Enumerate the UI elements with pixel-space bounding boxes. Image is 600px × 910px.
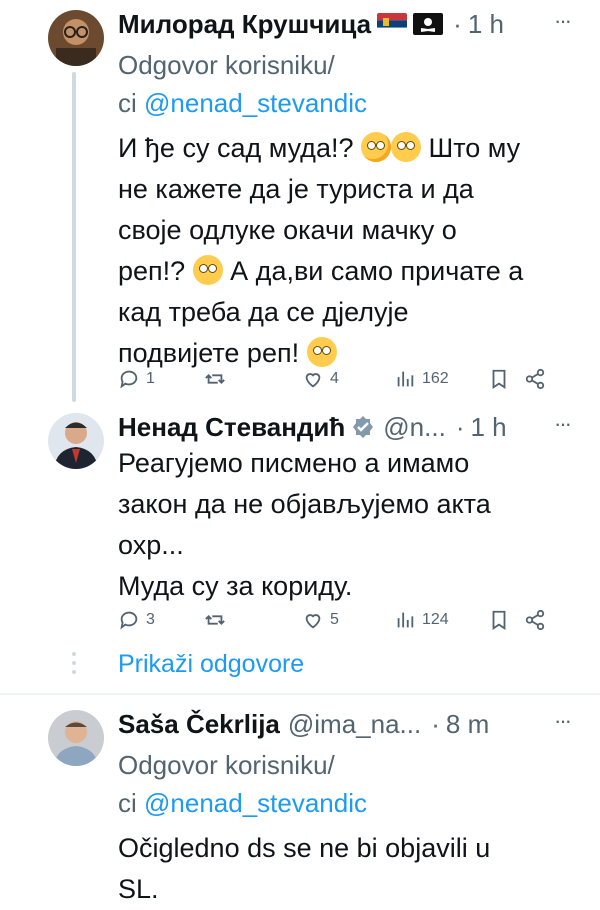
reply-to-label: Odgovor korisniku/ ci @nenad_stevandic bbox=[118, 750, 367, 818]
tweet-actions: 1 4 162 bbox=[118, 364, 580, 394]
thread-line bbox=[72, 72, 76, 402]
thread-dots bbox=[70, 652, 78, 679]
separator-dot: · bbox=[455, 411, 465, 442]
divider bbox=[0, 693, 600, 695]
retweet-button[interactable] bbox=[204, 605, 226, 635]
avatar[interactable] bbox=[48, 413, 104, 469]
tweet-actions: 3 5 124 bbox=[118, 605, 580, 635]
author-name[interactable]: Ненад Стевандић bbox=[118, 412, 345, 443]
like-button[interactable]: 5 bbox=[302, 605, 339, 635]
bookmark-icon bbox=[492, 369, 506, 389]
verified-badge-icon bbox=[353, 416, 374, 438]
show-replies-link[interactable]: Prikaži odgovore bbox=[118, 650, 304, 679]
retweet-button[interactable] bbox=[204, 364, 226, 394]
author-handle[interactable]: @ima_na... bbox=[288, 709, 421, 740]
views-icon bbox=[397, 612, 414, 628]
mention-link[interactable]: @nenad_stevandic bbox=[144, 88, 367, 118]
pirate-flag-icon bbox=[413, 13, 444, 35]
thinking-face-icon bbox=[360, 132, 391, 162]
tweet-text: Реагујемо писмено а имамо закон да не об… bbox=[118, 448, 491, 601]
reply-button[interactable]: 3 bbox=[118, 605, 155, 635]
bookmark-button[interactable] bbox=[488, 605, 510, 635]
avatar[interactable] bbox=[48, 710, 104, 766]
heart-icon bbox=[305, 373, 321, 388]
mention-link[interactable]: @nenad_stevandic bbox=[144, 788, 367, 818]
author-name[interactable]: Saša Čekrlija bbox=[118, 709, 280, 740]
author-handle[interactable]: @n... bbox=[383, 412, 446, 443]
tweet-2[interactable]: Ненад Стевандић @n... · 1 h ··· Реагујем… bbox=[0, 405, 600, 645]
heart-icon bbox=[305, 614, 321, 629]
tweet-3[interactable]: Saša Čekrlija @ima_na... · 8 m ··· Odgov… bbox=[0, 700, 600, 904]
separator-dot: · bbox=[431, 708, 440, 739]
timestamp[interactable]: 8 m bbox=[446, 709, 489, 740]
reply-icon bbox=[120, 611, 138, 630]
separator-dot: · bbox=[453, 8, 462, 39]
serbia-flag-icon bbox=[377, 13, 408, 35]
reply-icon bbox=[120, 370, 138, 389]
like-button[interactable]: 4 bbox=[302, 364, 339, 394]
timestamp[interactable]: 1 h bbox=[468, 9, 504, 40]
tweet-text: И ђе су сад муда!? Што му не кажете да ј… bbox=[118, 132, 524, 368]
more-options-icon[interactable]: ··· bbox=[554, 8, 572, 34]
more-options-icon[interactable]: ··· bbox=[554, 708, 572, 734]
retweet-icon bbox=[205, 374, 225, 384]
share-button[interactable] bbox=[524, 605, 546, 635]
views-icon bbox=[397, 371, 414, 387]
bookmark-icon bbox=[492, 610, 506, 630]
author-name[interactable]: Милорад Крушчица bbox=[118, 9, 371, 40]
bookmark-button[interactable] bbox=[488, 364, 510, 394]
retweet-icon bbox=[205, 615, 225, 625]
share-icon bbox=[525, 609, 545, 631]
reply-button[interactable]: 1 bbox=[118, 364, 155, 394]
share-icon bbox=[525, 368, 545, 390]
share-button[interactable] bbox=[524, 364, 546, 394]
eye-roll-face-icon bbox=[192, 255, 223, 285]
timestamp[interactable]: 1 h bbox=[470, 412, 506, 443]
more-options-icon[interactable]: ··· bbox=[554, 411, 572, 437]
tweet-text: Očigledno ds se ne bi objavili u SL. bbox=[118, 833, 491, 904]
avatar[interactable] bbox=[48, 10, 104, 66]
eye-roll-face-icon bbox=[390, 132, 421, 162]
views-button[interactable]: 124 bbox=[394, 605, 449, 635]
views-button[interactable]: 162 bbox=[394, 364, 449, 394]
eye-roll-face-icon bbox=[306, 337, 337, 367]
tweet-1[interactable]: Милорад Крушчица · 1 h ··· Odgovor koris… bbox=[0, 0, 600, 402]
reply-to-label: Odgovor korisniku/ ci @nenad_stevandic bbox=[118, 50, 367, 118]
